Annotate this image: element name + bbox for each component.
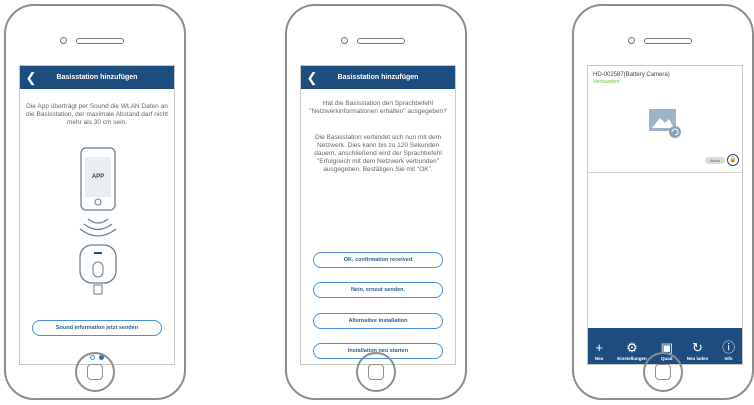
speaker-slot — [76, 38, 124, 44]
screen-2: ❮ Basisstation hinzufügen Hat die Basiss… — [300, 65, 456, 365]
tab-info[interactable]: ⓘ Info — [722, 340, 735, 361]
tab-neu[interactable]: + Neu — [595, 340, 604, 361]
info-text: Die Basisstation verbindet sich nun mit … — [314, 134, 442, 173]
alternative-installation-button[interactable]: Alternative installation — [313, 313, 443, 329]
resend-button[interactable]: Nein, erneut senden. — [313, 282, 443, 298]
lock-icon[interactable]: 🔒 — [727, 154, 739, 166]
reload-icon: ↻ — [692, 340, 703, 355]
question-text: Hat die Basisstation den Sprachbefehl "N… — [309, 100, 447, 115]
tab-label: Neu laden — [686, 356, 709, 361]
nav-bar: ❮ Basisstation hinzufügen — [20, 66, 174, 89]
plus-icon: + — [595, 340, 603, 355]
tab-label: Einstellungen — [617, 356, 647, 361]
tab-label: Neu — [594, 356, 604, 361]
tab-label: Info — [724, 356, 733, 361]
image-placeholder-icon — [649, 109, 681, 138]
page-title: Basisstation hinzufügen — [337, 74, 419, 81]
camera-dot — [60, 37, 67, 44]
nav-bar: ❮ Basisstation hinzufügen — [301, 66, 455, 89]
instruction-text: Die App überträgt per Sound die WLAN Dat… — [26, 103, 168, 126]
alerts-badge[interactable]: Alerts — [705, 157, 725, 164]
back-arrow-icon[interactable]: ❮ — [20, 70, 42, 86]
camera-preview-placeholder[interactable] — [648, 106, 686, 140]
screen-1: ❮ Basisstation hinzufügen Die App übertr… — [19, 65, 175, 365]
home-button[interactable] — [75, 352, 115, 392]
screen-3: HD-002587(Battery Camera) Verbunden Aler… — [587, 65, 743, 365]
camera-dot — [628, 37, 635, 44]
app-label: APP — [91, 174, 105, 180]
phone-frame-3: HD-002587(Battery Camera) Verbunden Aler… — [572, 4, 754, 400]
info-icon: ⓘ — [722, 340, 736, 355]
gear-icon: ⚙ — [626, 340, 638, 355]
page-title: Basisstation hinzufügen — [56, 74, 138, 81]
speaker-slot — [644, 38, 692, 44]
phone-illustration — [79, 147, 117, 295]
device-name: HD-002587(Battery Camera) — [593, 72, 670, 78]
speaker-slot — [357, 38, 405, 44]
tab-neu-laden[interactable]: ↻ Neu laden — [687, 340, 709, 361]
divider — [588, 172, 742, 173]
ok-confirm-button[interactable]: OK, confirmation received — [313, 252, 443, 268]
phone-frame-2: ❮ Basisstation hinzufügen Hat die Basiss… — [285, 4, 467, 400]
camera-dot — [341, 37, 348, 44]
tab-einstellungen[interactable]: ⚙ Einstellungen — [617, 340, 647, 361]
device-status: Verbunden — [593, 79, 620, 85]
back-arrow-icon[interactable]: ❮ — [301, 70, 323, 86]
phone-frame-1: ❮ Basisstation hinzufügen Die App übertr… — [4, 4, 186, 400]
home-button[interactable] — [356, 352, 396, 392]
send-sound-button[interactable]: Sound information jetzt senden — [32, 320, 162, 336]
home-button[interactable] — [643, 352, 683, 392]
